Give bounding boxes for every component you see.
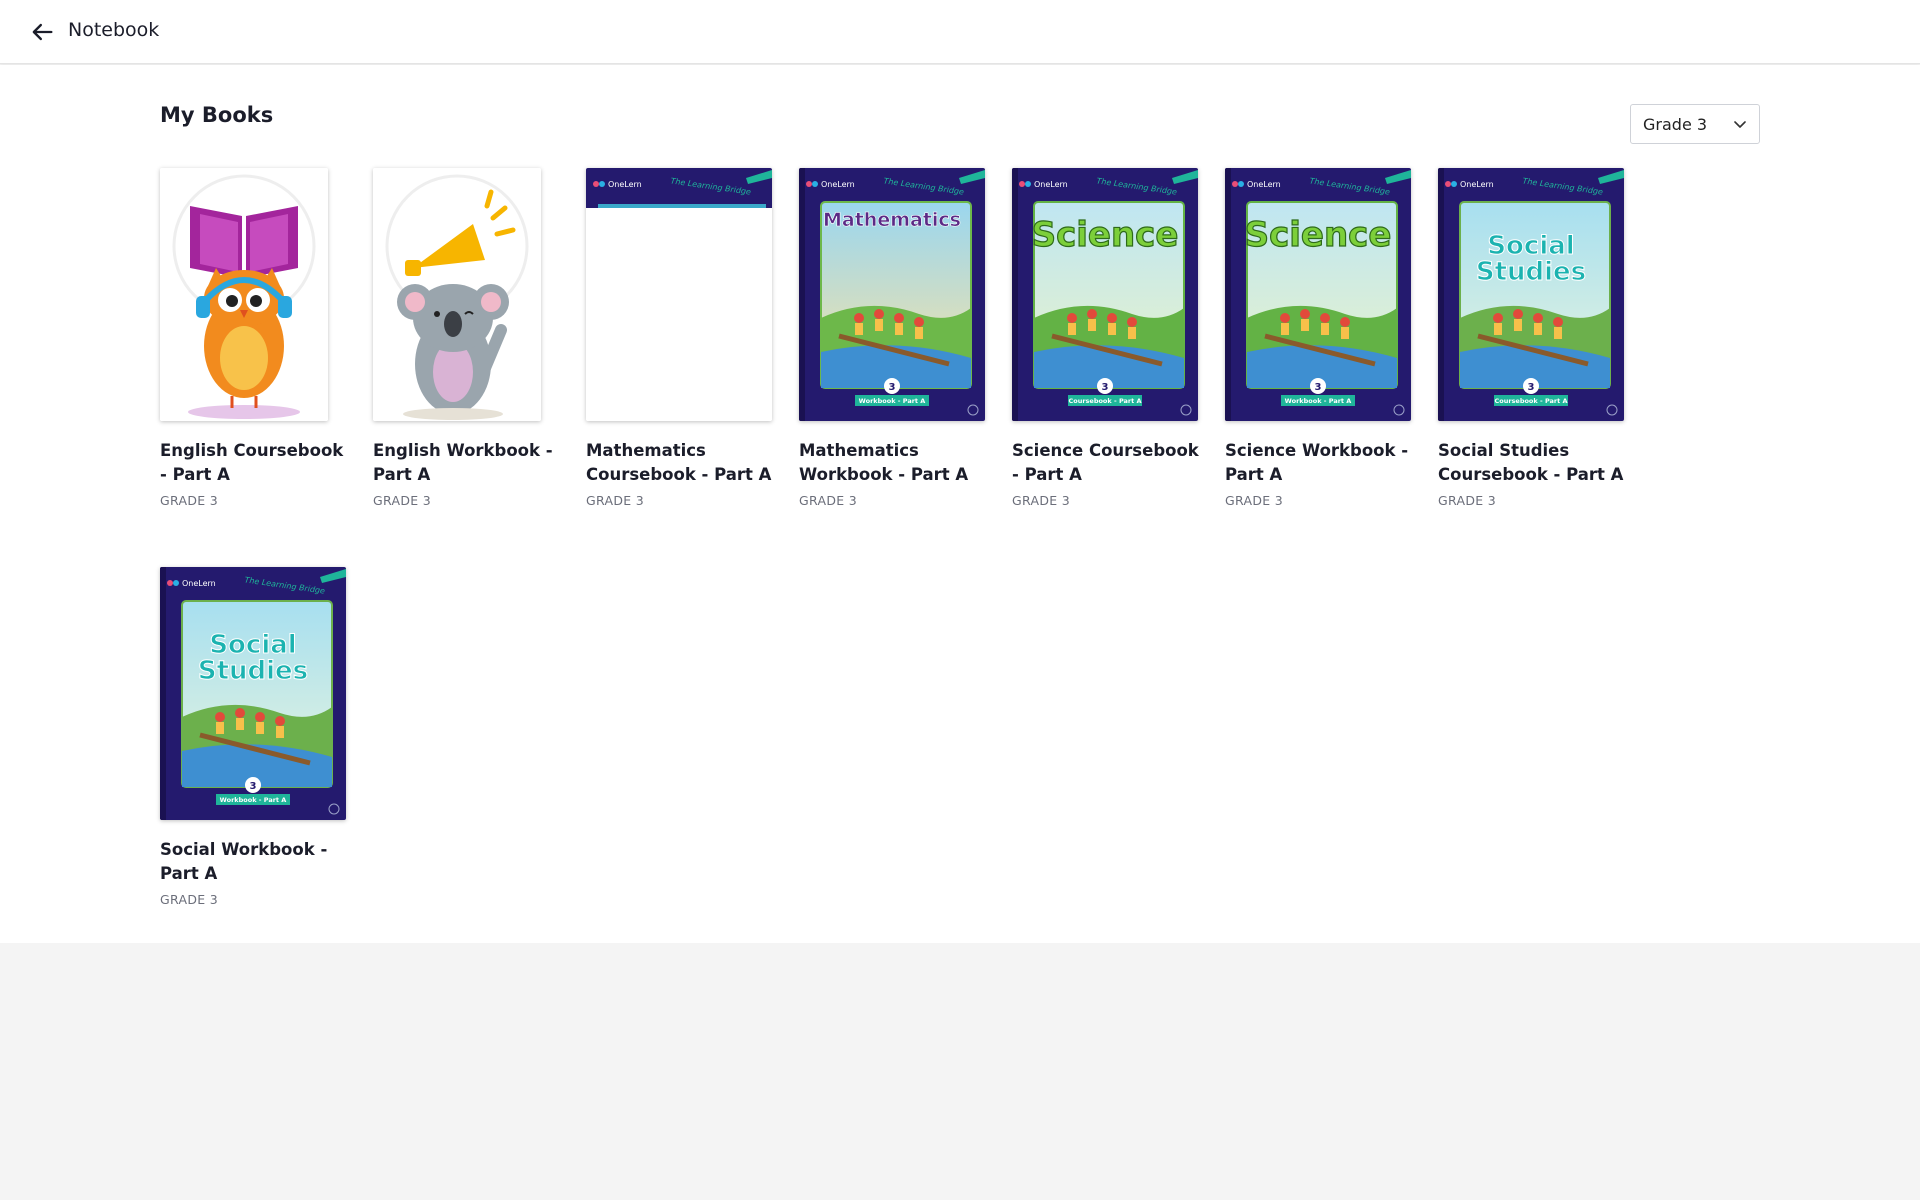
book-card[interactable]: English Workbook - Part A GRADE 3 (373, 168, 561, 508)
book-title: Social Studies Coursebook - Part A (1438, 441, 1624, 484)
cover-grade-number: 3 (889, 382, 896, 393)
book-card[interactable]: OneLern The Learning Bridge Mathematics … (799, 168, 987, 508)
cover-grade-number: 3 (1315, 382, 1322, 393)
cover-part-label: Workbook - Part A (220, 796, 287, 804)
cover-grade-number: 3 (1528, 382, 1535, 393)
book-cover: OneLern The Learning Bridge Social Studi… (1438, 168, 1624, 421)
book-card[interactable]: OneLern The Learning Bridge Social Studi… (160, 567, 348, 907)
cover-brand-text: OneLern (1034, 180, 1068, 189)
series-cover-art: OneLern The Learning Bridge Science 3 Wo… (1225, 168, 1411, 421)
book-title: Mathematics Coursebook - Part A (586, 441, 772, 484)
cover-subject-line: Studies (1476, 257, 1586, 287)
book-title: Mathematics Workbook - Part A (799, 441, 969, 484)
book-cover: OneLern The Learning Bridge Social Studi… (160, 567, 346, 820)
arrow-left-icon (32, 23, 53, 41)
cover-brand-text: OneLern (821, 180, 855, 189)
book-grade: GRADE 3 (586, 493, 644, 508)
cover-subject: Science (1245, 215, 1392, 255)
book-cover: OneLern The Learning Bridge (586, 168, 772, 421)
partial-cover-image: OneLern The Learning Bridge (586, 168, 772, 421)
koala-megaphone-illustration (373, 168, 541, 421)
book-cover: OneLern The Learning Bridge Science 3 Wo… (1225, 168, 1411, 421)
page-title: Notebook (68, 19, 160, 41)
chevron-down-icon (1734, 121, 1746, 128)
series-cover-art: OneLern The Learning Bridge Social Studi… (160, 567, 346, 820)
book-title: Science Workbook - Part A (1225, 441, 1409, 484)
cover-brand-text: OneLern (182, 579, 216, 588)
section-title: My Books (160, 103, 274, 127)
cover-subject: Mathematics (823, 209, 961, 231)
book-cover (373, 168, 541, 421)
grade-select-value: Grade 3 (1643, 114, 1708, 134)
book-card[interactable]: English Coursebook - Part A GRADE 3 (160, 168, 348, 508)
book-cover: OneLern The Learning Bridge Mathematics … (799, 168, 985, 421)
cover-part-label: Coursebook - Part A (1068, 397, 1141, 405)
book-title: Science Coursebook - Part A (1012, 441, 1199, 484)
book-title: English Coursebook - Part A (160, 441, 344, 484)
book-grade: GRADE 3 (1012, 493, 1070, 508)
back-button[interactable] (28, 18, 56, 46)
cover-brand-text: OneLern (1247, 180, 1281, 189)
book-cover: OneLern The Learning Bridge Science 3 Co… (1012, 168, 1198, 421)
series-cover-art: OneLern The Learning Bridge Social Studi… (1438, 168, 1624, 421)
book-grade: GRADE 3 (160, 892, 218, 907)
series-cover-art: OneLern The Learning Bridge Science 3 Co… (1012, 168, 1198, 421)
book-card[interactable]: OneLern The Learning Bridge Social Studi… (1438, 168, 1626, 508)
top-bar: Notebook (0, 0, 1920, 64)
book-grade: GRADE 3 (1225, 493, 1283, 508)
book-cover (160, 168, 328, 421)
grade-select[interactable]: Grade 3 (1630, 104, 1760, 144)
owl-reading-illustration (160, 168, 328, 421)
cover-part-label: Workbook - Part A (1285, 397, 1352, 405)
book-card[interactable]: OneLern The Learning Bridge Mathematics … (586, 168, 774, 508)
book-title: Social Workbook - Part A (160, 840, 328, 883)
series-cover-art: OneLern The Learning Bridge Mathematics … (799, 168, 985, 421)
book-grade: GRADE 3 (373, 493, 431, 508)
cover-brand-text: OneLern (1460, 180, 1494, 189)
main-content: My Books Grade 3 English Coursebook - Pa… (0, 65, 1920, 943)
cover-grade-number: 3 (250, 781, 257, 792)
cover-grade-number: 3 (1102, 382, 1109, 393)
cover-brand-text: OneLern (608, 180, 642, 189)
book-card[interactable]: OneLern The Learning Bridge Science 3 Wo… (1225, 168, 1413, 508)
book-grade: GRADE 3 (160, 493, 218, 508)
book-title: English Workbook - Part A (373, 441, 553, 484)
book-card[interactable]: OneLern The Learning Bridge Science 3 Co… (1012, 168, 1200, 508)
cover-subject: Science (1032, 215, 1179, 255)
page-background (0, 943, 1920, 1200)
book-grade: GRADE 3 (799, 493, 857, 508)
cover-part-label: Coursebook - Part A (1494, 397, 1567, 405)
cover-part-label: Workbook - Part A (859, 397, 926, 405)
cover-subject-line: Studies (198, 656, 308, 686)
book-grade: GRADE 3 (1438, 493, 1496, 508)
